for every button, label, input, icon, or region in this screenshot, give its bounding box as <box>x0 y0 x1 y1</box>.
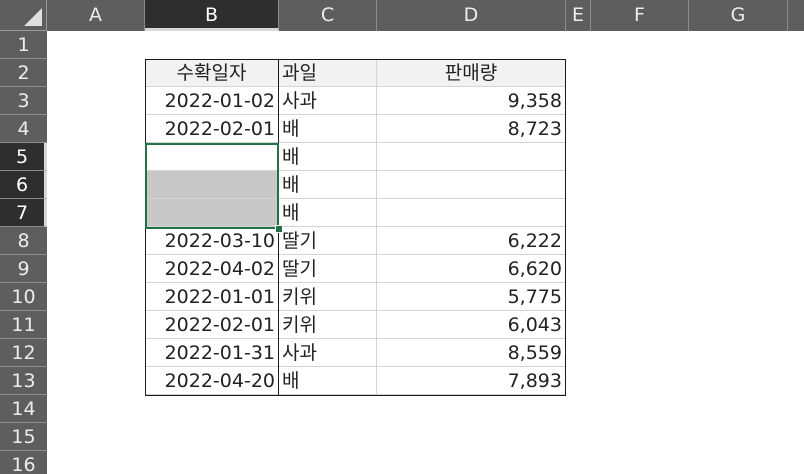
row-header-15[interactable]: 15 <box>0 423 47 451</box>
cell-c13[interactable]: 배 <box>279 367 377 395</box>
cell-d5[interactable] <box>377 143 566 171</box>
cell-b7[interactable] <box>145 199 279 227</box>
row-header-1[interactable]: 1 <box>0 31 47 59</box>
cell-c4[interactable]: 배 <box>279 115 377 143</box>
cell-d8[interactable]: 6,222 <box>377 227 566 255</box>
cell-b3[interactable]: 2022-01-02 <box>145 87 279 115</box>
row-header-12[interactable]: 12 <box>0 339 47 367</box>
spreadsheet-grid[interactable]: ABCDEFG 1 2 3 4 5 6 7 8 9 10 11 12 13 14 15 16 수확일자 과일 판매… <box>0 0 804 474</box>
row-header-13[interactable]: 13 <box>0 367 47 395</box>
column-header-a[interactable]: A <box>47 0 145 31</box>
select-all-triangle-icon <box>24 8 42 26</box>
cell-c8[interactable]: 딸기 <box>279 227 377 255</box>
cell-d13[interactable]: 7,893 <box>377 367 566 395</box>
cell-c5[interactable]: 배 <box>279 143 377 171</box>
row-header-7[interactable]: 7 <box>0 199 47 227</box>
row-header-5[interactable]: 5 <box>0 143 47 171</box>
cell-b11[interactable]: 2022-02-01 <box>145 311 279 339</box>
cell-b6[interactable] <box>145 171 279 199</box>
cell-c3[interactable]: 사과 <box>279 87 377 115</box>
row-header-2[interactable]: 2 <box>0 59 47 87</box>
cell-b2[interactable]: 수확일자 <box>145 59 279 87</box>
cell-b10[interactable]: 2022-01-01 <box>145 283 279 311</box>
column-header-g[interactable]: G <box>689 0 788 31</box>
cell-c9[interactable]: 딸기 <box>279 255 377 283</box>
column-header-e[interactable]: E <box>566 0 591 31</box>
cell-d12[interactable]: 8,559 <box>377 339 566 367</box>
select-all-button[interactable] <box>0 0 47 31</box>
cell-c12[interactable]: 사과 <box>279 339 377 367</box>
cell-b13[interactable]: 2022-04-20 <box>145 367 279 395</box>
cell-c7[interactable]: 배 <box>279 199 377 227</box>
cell-d11[interactable]: 6,043 <box>377 311 566 339</box>
row-header-10[interactable]: 10 <box>0 283 47 311</box>
cell-c10[interactable]: 키위 <box>279 283 377 311</box>
row-header-6[interactable]: 6 <box>0 171 47 199</box>
cell-c11[interactable]: 키위 <box>279 311 377 339</box>
cell-d9[interactable]: 6,620 <box>377 255 566 283</box>
column-header-next[interactable] <box>788 0 804 31</box>
row-header-3[interactable]: 3 <box>0 87 47 115</box>
row-header-8[interactable]: 8 <box>0 227 47 255</box>
column-header-b[interactable]: B <box>145 0 279 31</box>
cell-d6[interactable] <box>377 171 566 199</box>
row-header-11[interactable]: 11 <box>0 311 47 339</box>
column-header-f[interactable]: F <box>591 0 689 31</box>
cell-b9[interactable]: 2022-04-02 <box>145 255 279 283</box>
row-header-16[interactable]: 16 <box>0 451 47 474</box>
cell-b4[interactable]: 2022-02-01 <box>145 115 279 143</box>
row-header-4[interactable]: 4 <box>0 115 47 143</box>
column-header-c[interactable]: C <box>279 0 377 31</box>
cell-b12[interactable]: 2022-01-31 <box>145 339 279 367</box>
cell-c6[interactable]: 배 <box>279 171 377 199</box>
cell-d10[interactable]: 5,775 <box>377 283 566 311</box>
row-header-9[interactable]: 9 <box>0 255 47 283</box>
cell-b5[interactable] <box>145 143 279 171</box>
cell-b8[interactable]: 2022-03-10 <box>145 227 279 255</box>
fill-handle[interactable] <box>275 225 283 233</box>
cell-c2[interactable]: 과일 <box>279 59 377 87</box>
cell-d4[interactable]: 8,723 <box>377 115 566 143</box>
row-header-14[interactable]: 14 <box>0 395 47 423</box>
cell-d3[interactable]: 9,358 <box>377 87 566 115</box>
cell-d7[interactable] <box>377 199 566 227</box>
cell-d2[interactable]: 판매량 <box>377 59 566 87</box>
column-header-d[interactable]: D <box>377 0 566 31</box>
